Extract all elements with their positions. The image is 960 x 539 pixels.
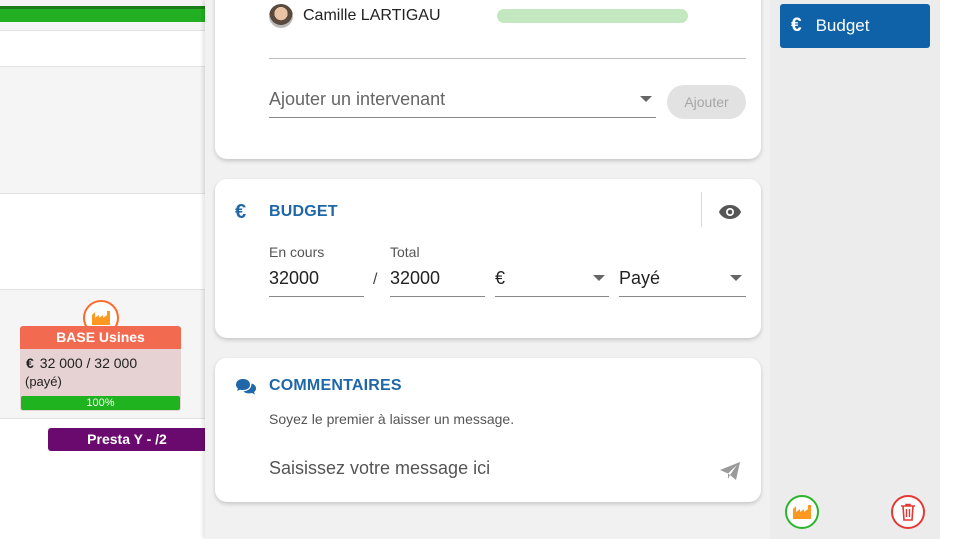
- detail-panel: Camille LARTIGAU Ajouter un intervenant …: [205, 0, 770, 539]
- payment-status-select[interactable]: Payé: [619, 261, 746, 297]
- total-input[interactable]: 32000: [390, 261, 485, 297]
- currency-select[interactable]: €: [495, 261, 609, 297]
- send-icon[interactable]: [719, 461, 741, 486]
- euro-icon: €: [26, 355, 34, 371]
- total-label: Total: [390, 244, 420, 260]
- delete-button[interactable]: [891, 495, 925, 529]
- comments-title: COMMENTAIRES: [269, 377, 402, 394]
- en-cours-label: En cours: [269, 244, 325, 260]
- intervenant-name: Camille LARTIGAU: [303, 7, 441, 24]
- intervenants-card: Camille LARTIGAU Ajouter un intervenant …: [215, 0, 761, 159]
- budget-title: BUDGET: [269, 203, 338, 220]
- budget-button[interactable]: € Budget: [780, 4, 930, 48]
- comments-empty-hint: Soyez le premier à laisser un message.: [269, 411, 515, 427]
- eye-icon[interactable]: [718, 204, 742, 225]
- add-intervenant-button[interactable]: Ajouter: [667, 85, 746, 119]
- trash-icon: [901, 503, 915, 521]
- comments-card: COMMENTAIRES Soyez le premier à laisser …: [215, 358, 761, 502]
- avatar: [269, 4, 293, 28]
- base-usines-card[interactable]: BASE Usines €32 000 / 32 000 (payé) 100%: [20, 326, 181, 411]
- planning-background: [0, 0, 205, 539]
- presta-card[interactable]: Presta Y - /2: [48, 428, 206, 451]
- euro-icon: €: [235, 201, 247, 223]
- euro-icon: €: [791, 15, 802, 36]
- add-intervenant-select[interactable]: Ajouter un intervenant: [269, 82, 656, 118]
- planning-row: [0, 66, 205, 193]
- intervenant-progress-bar: [497, 9, 688, 23]
- add-intervenant-placeholder: Ajouter un intervenant: [269, 89, 446, 109]
- progress-bar-top: [0, 6, 205, 22]
- budget-button-label: Budget: [815, 16, 870, 35]
- divider: [701, 192, 702, 227]
- base-card-status: (payé): [25, 374, 62, 389]
- chevron-down-icon: [730, 275, 742, 281]
- message-input[interactable]: Saisissez votre message ici: [269, 458, 490, 479]
- base-card-progress: 100%: [21, 396, 180, 410]
- planning-row: [0, 193, 205, 289]
- intervenant-row: Camille LARTIGAU: [269, 4, 441, 28]
- base-card-amount: €32 000 / 32 000: [26, 355, 138, 371]
- planning-row: [0, 30, 205, 66]
- factory-button[interactable]: [785, 495, 819, 529]
- budget-card: € BUDGET En cours Total 32000 / 32000 € …: [215, 179, 761, 338]
- scroll-area: [940, 0, 960, 539]
- right-sidebar: € Budget: [770, 0, 940, 539]
- separator-slash: /: [373, 271, 378, 288]
- comments-icon: [235, 378, 257, 401]
- chevron-down-icon: [593, 275, 605, 281]
- divider: [269, 58, 746, 59]
- base-card-title: BASE Usines: [20, 326, 181, 349]
- chevron-down-icon: [640, 96, 652, 102]
- factory-icon: [793, 505, 811, 519]
- en-cours-input[interactable]: 32000: [269, 261, 364, 297]
